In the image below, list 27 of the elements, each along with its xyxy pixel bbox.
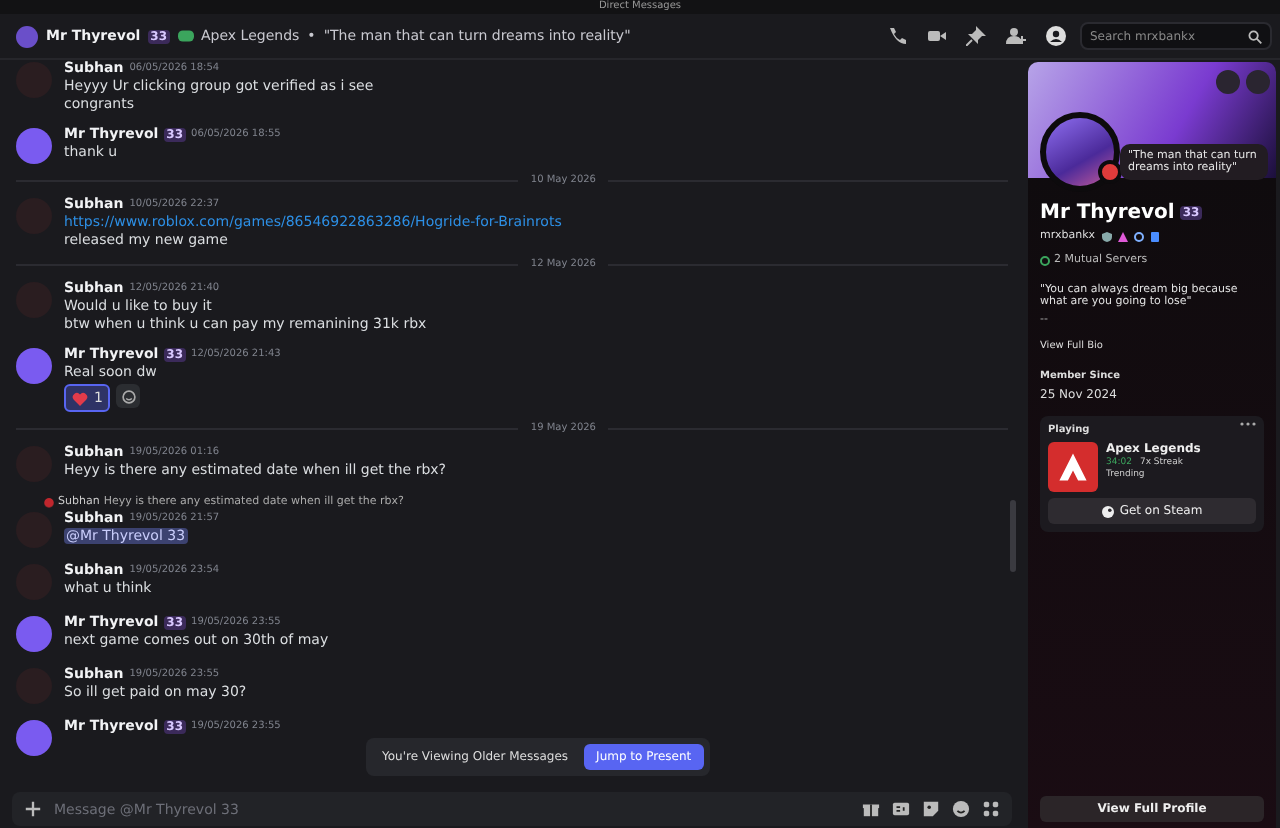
- video-icon[interactable]: [926, 26, 946, 46]
- heart-icon: [72, 391, 88, 405]
- search-icon: [1248, 29, 1262, 43]
- server-icon: [1040, 255, 1050, 265]
- avatar: [16, 25, 38, 47]
- more-icon[interactable]: [1240, 420, 1256, 428]
- emoji-icon[interactable]: [952, 800, 970, 818]
- shield-icon: [1101, 231, 1112, 241]
- smiley-icon: [121, 389, 136, 403]
- ring-icon: [1133, 231, 1144, 241]
- add-friend-icon[interactable]: [1006, 26, 1026, 46]
- steam-icon: [1101, 505, 1114, 517]
- apps-icon[interactable]: [982, 800, 1000, 818]
- profile-icon[interactable]: [1046, 26, 1066, 46]
- gift-icon[interactable]: [862, 800, 880, 818]
- gif-icon[interactable]: [892, 800, 910, 818]
- avatar: [44, 497, 54, 507]
- pin-icon[interactable]: [966, 26, 986, 46]
- phone-icon[interactable]: [886, 26, 906, 46]
- plus-icon[interactable]: [24, 800, 42, 818]
- triangle-icon: [1117, 231, 1128, 241]
- scrollbar[interactable]: [1010, 500, 1016, 572]
- profile-name: Mr Thyrevol: [1040, 202, 1175, 224]
- add-reaction-button[interactable]: [116, 384, 141, 408]
- peak-icon: [1056, 450, 1090, 484]
- badge-icon: [1149, 231, 1160, 241]
- sticker-icon[interactable]: [922, 800, 940, 818]
